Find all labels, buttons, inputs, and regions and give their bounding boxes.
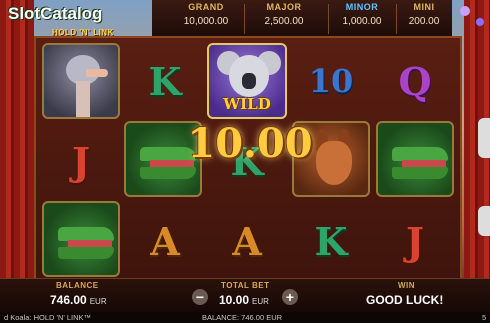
jackpot-grand-label: GRAND [188,2,224,12]
j-symbol: J [406,218,424,264]
reel-cell-j: J [374,202,456,280]
bottom-bar: BALANCE 746.00 EUR − TOTAL BET 10.00 EUR +… [0,278,490,312]
j-symbol: J [72,138,90,184]
jackpot-minor-label: MINOR [345,2,379,12]
increase-bet-button[interactable]: + [282,289,298,305]
k-symbol: K [148,58,182,104]
reel-cell-crocodile [40,200,122,278]
jackpot-minor: MINOR 1,000.00 [330,2,394,36]
status-right-text: 5 [482,313,487,322]
balance-value: 746.00 [50,293,87,307]
jackpot-minor-value: 1,000.00 [342,16,382,27]
reel-cell-k: K [124,42,206,120]
a-symbol: A [150,218,180,264]
k-symbol: K [314,218,348,264]
ten-symbol: 10 [308,62,354,100]
reel-cell-ostrich [40,42,122,120]
wild-label: WILD [223,95,271,113]
balance-label: BALANCE [56,281,99,290]
total-bet-label: TOTAL BET [221,281,270,290]
jackpot-grand-value: 10,000.00 [183,16,229,27]
jackpot-bar: GRAND 10,000.00 MAJOR 2,500.00 MINOR 1,0… [152,0,452,38]
jackpot-major-value: 2,500.00 [264,16,304,27]
reel-cell-crocodile [374,120,456,198]
gem-icon-small [476,18,484,26]
total-bet-display: 10.00 EUR [219,293,269,307]
jackpot-grand: GRAND 10,000.00 [158,2,254,36]
win-label: WIN [398,281,416,290]
reel-cell-k: K [290,202,372,280]
game-screen: SlotCatalog HOLD 'N' LINK GRAND 10,000.0… [0,0,490,323]
reel-cell-j: J [40,122,122,200]
q-symbol: Q [398,58,432,104]
win-amount-overlay: 10.00 [187,120,313,167]
status-balance-text: BALANCE: 746.00 EUR [202,313,283,322]
total-bet-unit: EUR [252,297,269,306]
jackpot-mini-value: 200.00 [408,16,440,27]
crocodile-symbol-icon [42,201,120,277]
reel-cell-10: 10 [290,42,372,120]
koala-wild-symbol-icon: WILD [207,43,287,119]
balance-display: 746.00 EUR [50,293,107,307]
jackpot-mini-label: MINI [413,2,435,12]
win-value: GOOD LUCK! [366,293,444,307]
gem-icon [460,6,470,16]
side-tab-lower[interactable] [478,206,490,236]
reel-cell-a: A [206,202,288,280]
side-menu-tab[interactable] [478,118,490,158]
ostrich-symbol-icon [42,43,120,119]
reel-cell-a: A [124,202,206,280]
a-symbol: A [232,218,262,264]
logo-watermark: SlotCatalog [8,4,103,23]
reel-cell-q: Q [374,42,456,120]
jackpot-mini: MINI 200.00 [398,2,450,36]
decrease-bet-button[interactable]: − [192,289,208,305]
jackpot-major: MAJOR 2,500.00 [244,2,324,36]
balance-unit: EUR [89,297,107,306]
crocodile-symbol-icon [376,121,454,197]
total-bet-value: 10.00 [219,293,250,307]
status-bar: d Koala: HOLD 'N' LINK™ BALANCE: 746.00 … [0,312,490,323]
game-title-text: d Koala: HOLD 'N' LINK™ [4,313,92,322]
jackpot-major-label: MAJOR [266,2,302,12]
reel-cell-wild: WILD [206,42,288,120]
